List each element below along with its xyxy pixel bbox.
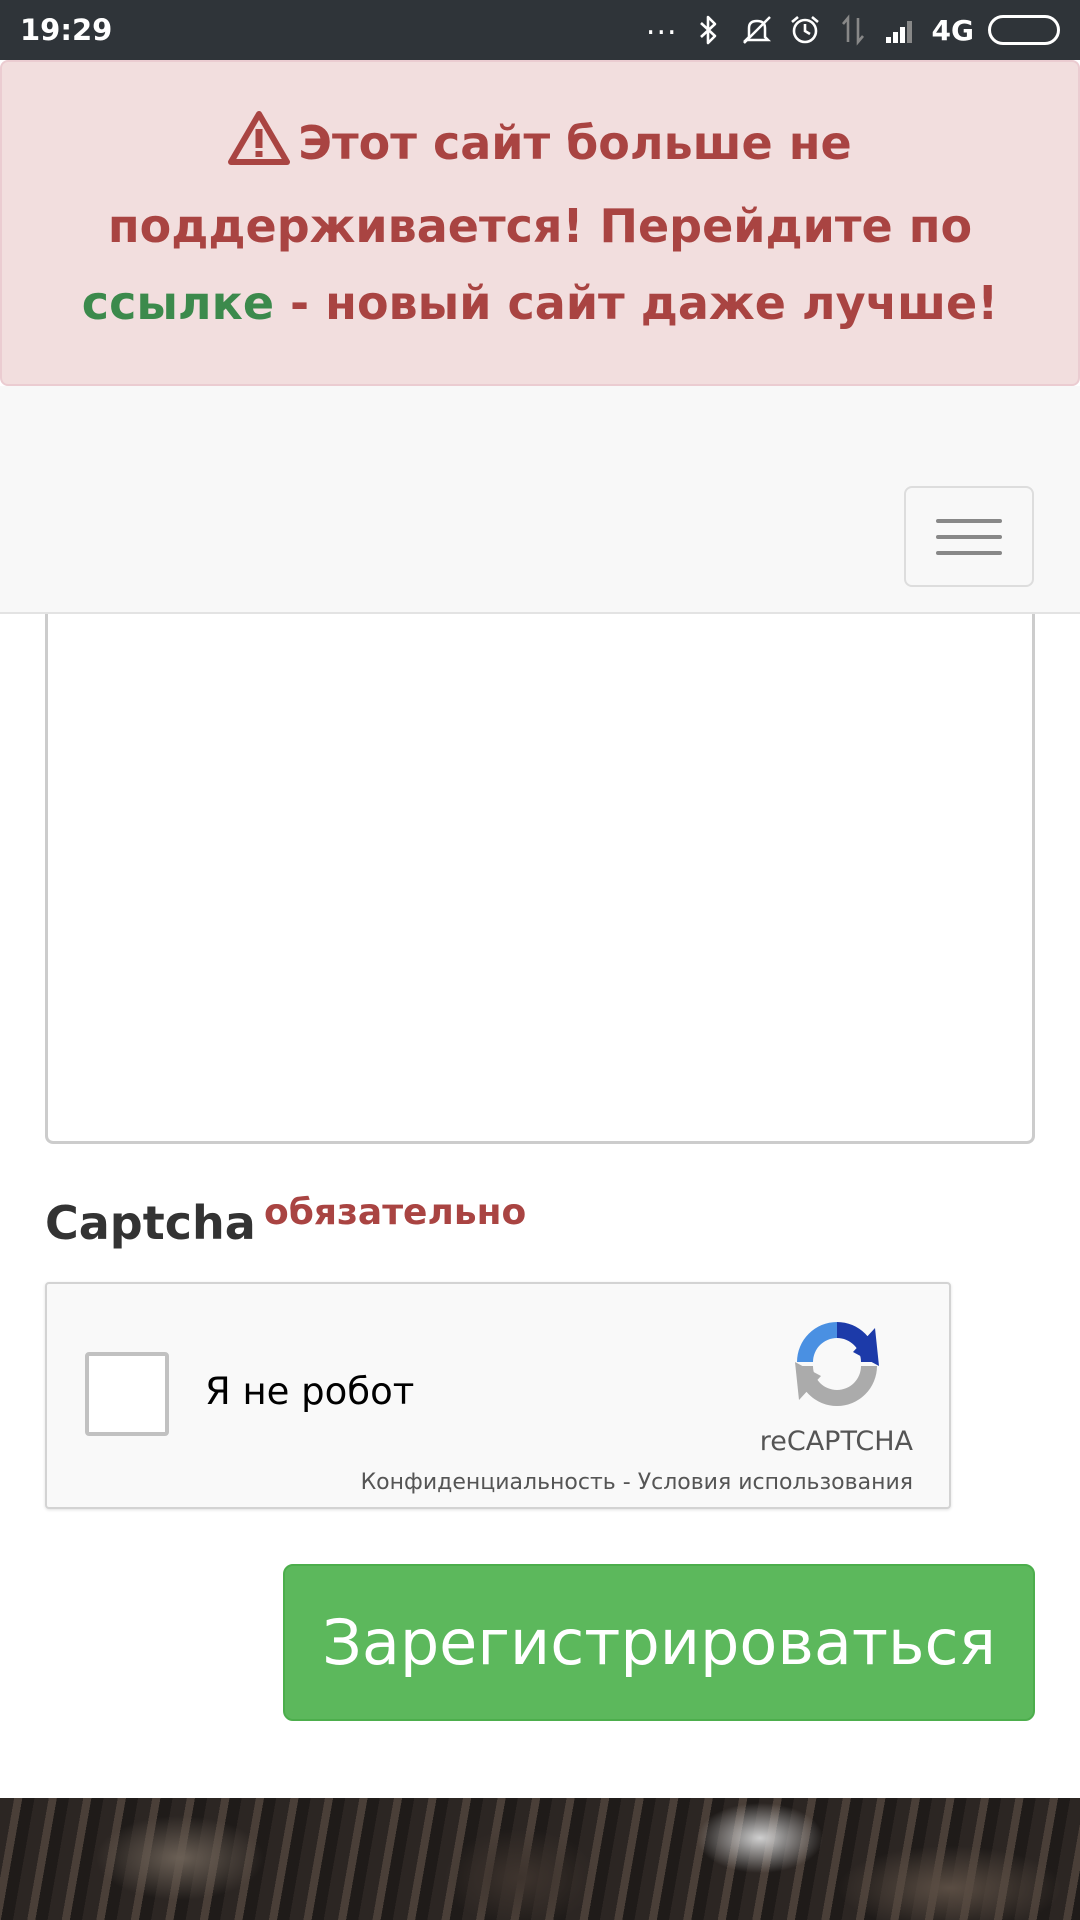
recaptcha-privacy-terms-link[interactable]: Конфиденциальность - Условия использован… bbox=[361, 1470, 913, 1495]
warning-triangle-icon bbox=[228, 110, 291, 188]
required-badge: обязательно bbox=[264, 1192, 527, 1233]
register-button[interactable]: Зарегистрироваться bbox=[283, 1564, 1035, 1721]
status-bar: 19:29 ... 4G bbox=[0, 0, 1080, 60]
recaptcha-logo-icon bbox=[787, 1314, 887, 1414]
alert-text-after: - новый сайт даже лучше! bbox=[274, 275, 999, 330]
footer-background-image bbox=[0, 1798, 1080, 1920]
recaptcha-checkbox-label: Я не робот bbox=[205, 1370, 415, 1413]
hamburger-bar bbox=[936, 550, 1002, 555]
navbar bbox=[0, 386, 1080, 614]
alarm-icon bbox=[788, 12, 822, 48]
hamburger-menu-button[interactable] bbox=[904, 486, 1034, 587]
status-icons: ... 4G bbox=[645, 7, 1060, 48]
page: 19:29 ... 4G Этот сайт больше не поддерж… bbox=[0, 0, 1080, 1920]
hamburger-bar bbox=[936, 534, 1002, 539]
data-icon bbox=[836, 12, 870, 48]
more-notifications-icon: ... bbox=[645, 7, 678, 42]
battery-icon bbox=[988, 15, 1060, 45]
recaptcha-checkbox[interactable] bbox=[85, 1352, 169, 1436]
hamburger-menu-icon bbox=[936, 518, 1002, 523]
message-textarea[interactable] bbox=[45, 614, 1035, 1144]
captcha-label: Captcha bbox=[45, 1196, 256, 1250]
signal-icon bbox=[884, 12, 918, 48]
bluetooth-icon bbox=[692, 12, 726, 48]
network-type: 4G bbox=[931, 13, 974, 47]
recaptcha-widget: Я не робот reCAPTCHA Конфиденциальность … bbox=[45, 1282, 951, 1509]
recaptcha-brand: reCAPTCHA bbox=[759, 1426, 913, 1457]
status-time: 19:29 bbox=[20, 13, 113, 47]
alert-message: Этот сайт больше не поддерживается! Пере… bbox=[62, 105, 1018, 342]
new-site-link[interactable]: ссылке bbox=[82, 276, 274, 330]
deprecation-alert: Этот сайт больше не поддерживается! Пере… bbox=[0, 60, 1080, 386]
mute-icon bbox=[740, 12, 774, 48]
